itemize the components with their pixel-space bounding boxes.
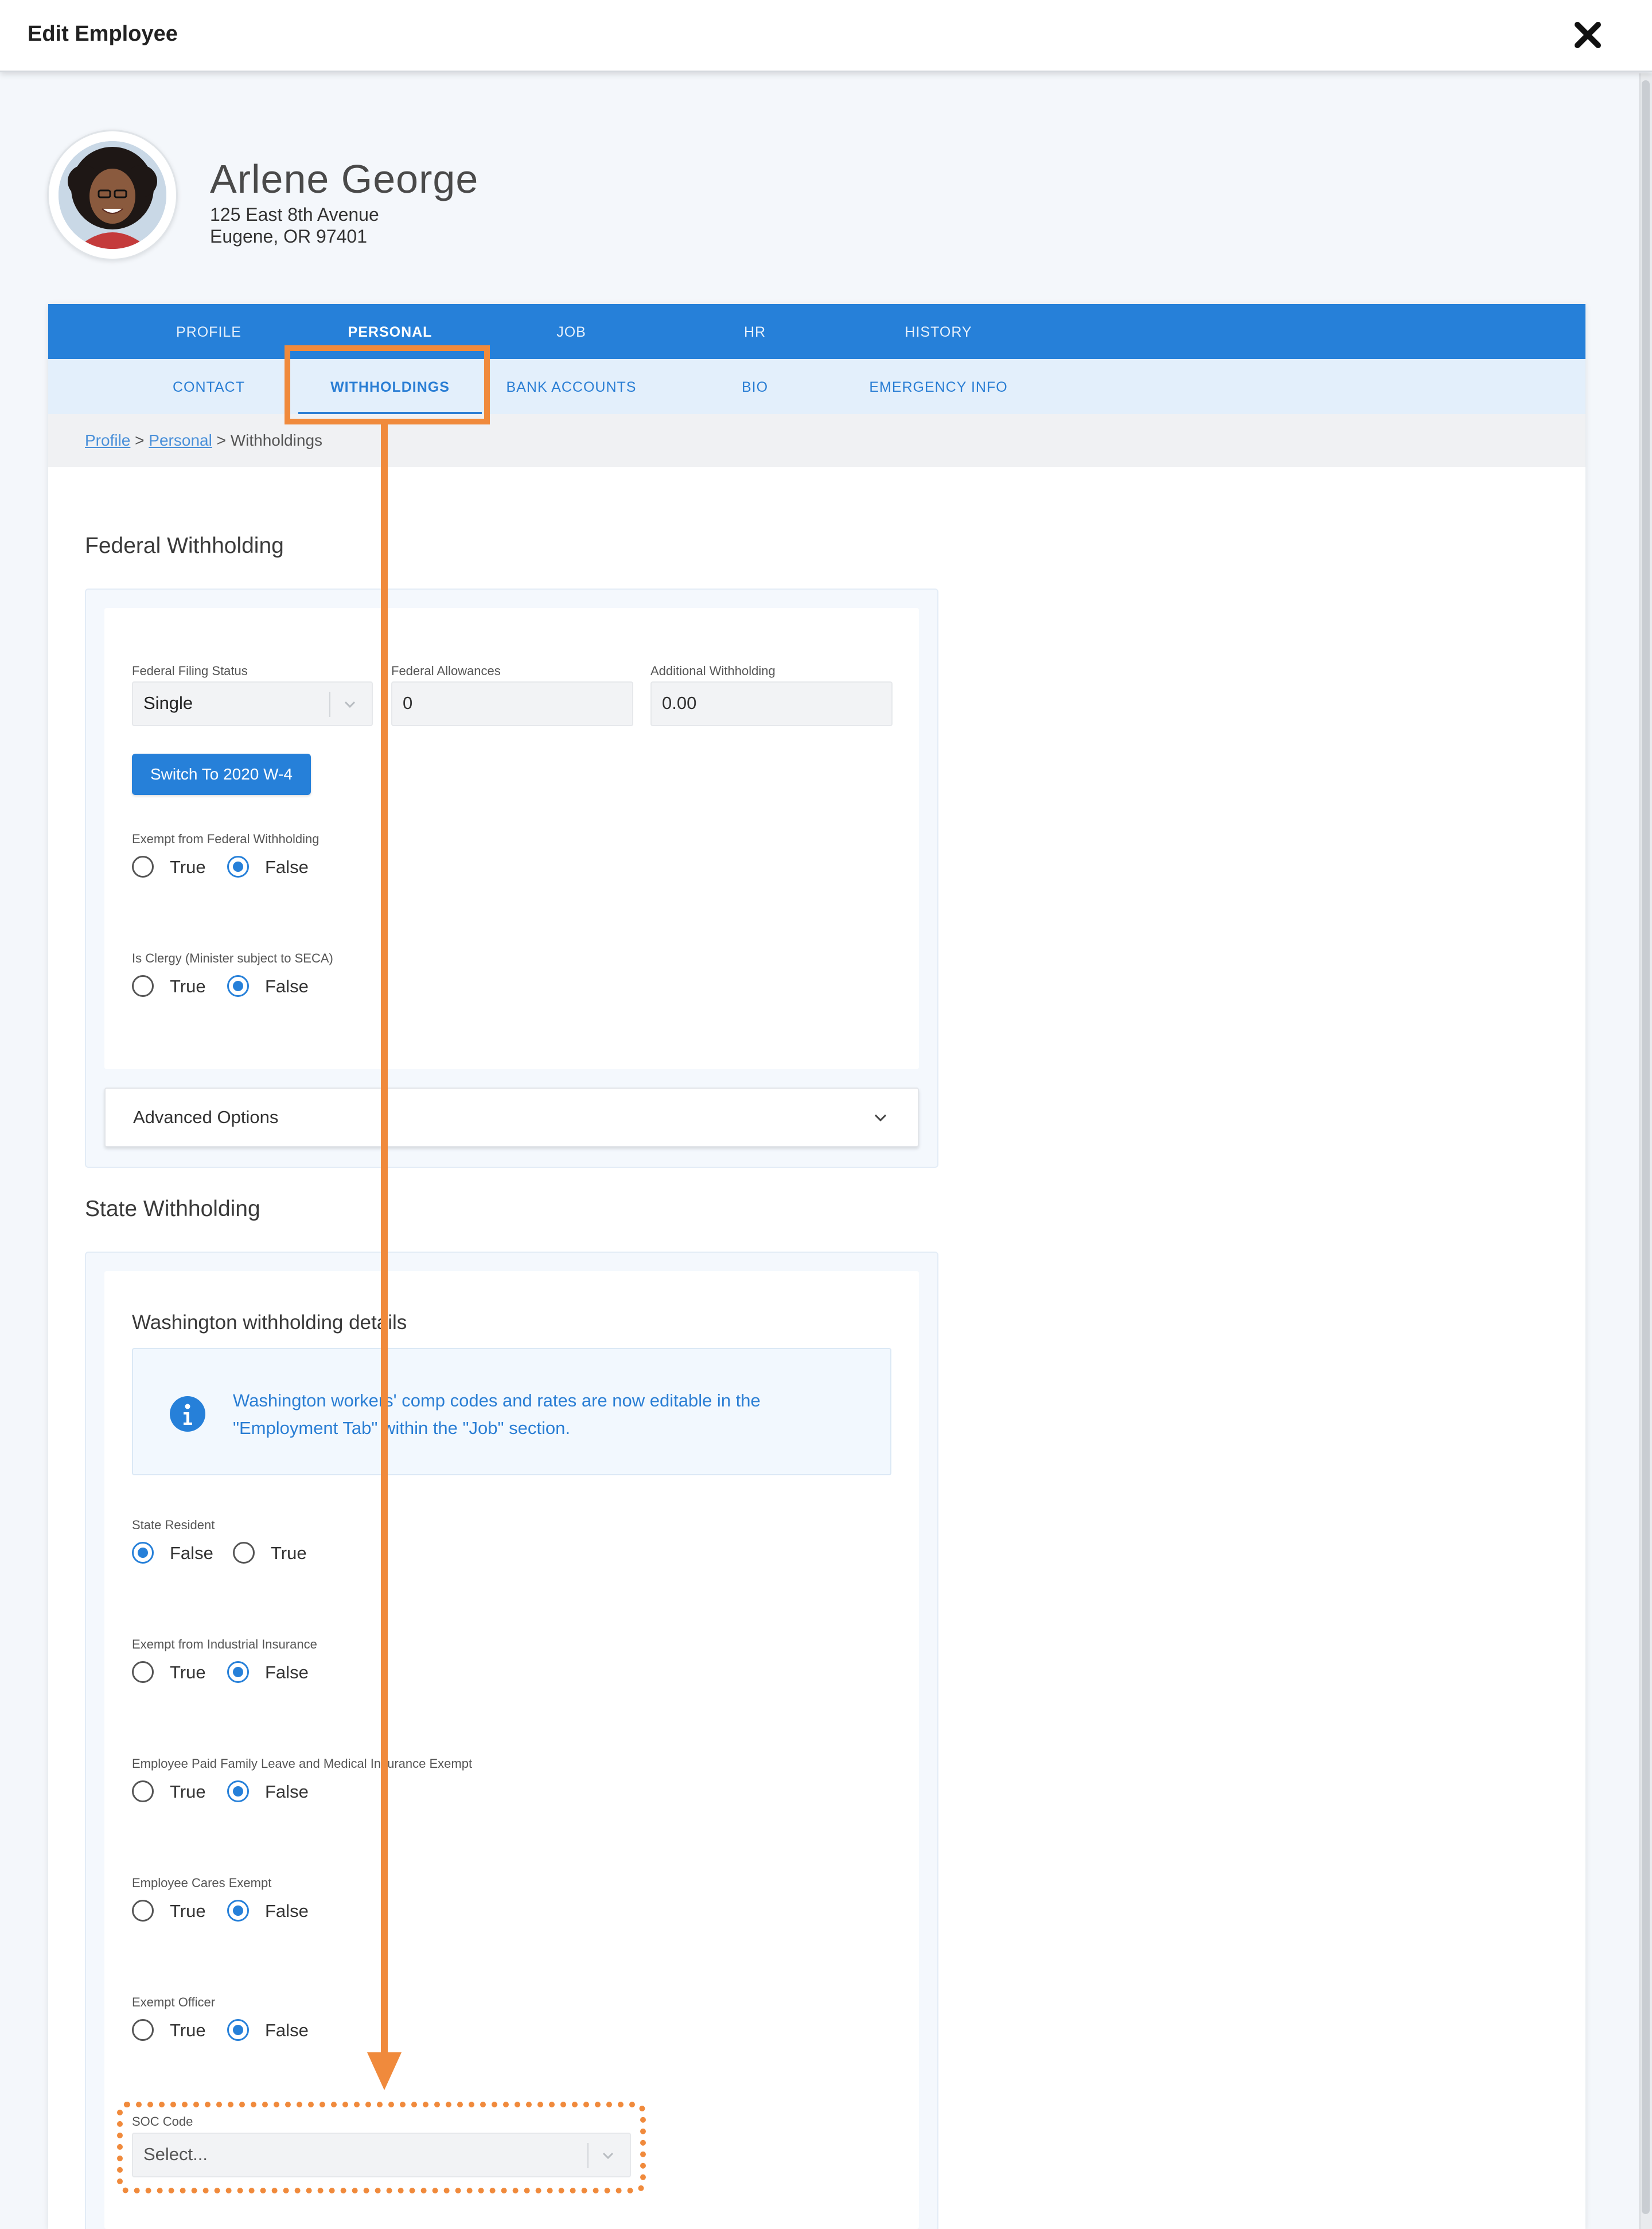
clergy-true-radio[interactable] [132,975,154,997]
cares-exempt-group: True False [132,1900,361,1925]
industrial-insurance-group: True False [132,1661,361,1686]
additional-withholding-value: 0.00 [662,693,697,713]
radio-label: False [265,857,309,877]
officer-false-radio[interactable] [227,2019,249,2041]
pfml-label: Employee Paid Family Leave and Medical I… [132,1756,473,1771]
exempt-officer-label: Exempt Officer [132,1995,216,2009]
industrial-insurance-label: Exempt from Industrial Insurance [132,1637,317,1651]
info-notice: Washington workers' comp codes and rates… [132,1348,891,1475]
cares-true-radio[interactable] [132,1900,154,1922]
info-text-line2: "Employment Tab" within the "Job" sectio… [233,1418,570,1438]
breadcrumb-current: Withholdings [230,431,323,449]
tab-history[interactable]: HISTORY [847,324,1030,341]
annotation-dotted-highlight [117,2102,646,2193]
tab-hr[interactable]: HR [663,324,847,341]
additional-withholding-input[interactable]: 0.00 [650,681,893,726]
exempt-federal-group: True False [132,856,361,881]
pfml-true-radio[interactable] [132,1780,154,1802]
cares-exempt-label: Employee Cares Exempt [132,1876,272,1890]
radio-label: False [265,976,309,996]
radio-label: True [170,2020,206,2040]
state-resident-true-radio[interactable] [233,1542,255,1564]
radio-label: True [170,1782,206,1802]
radio-label: False [265,1782,309,1802]
breadcrumb-separator: > [130,431,149,449]
additional-withholding-label: Additional Withholding [650,664,776,678]
state-resident-false-radio[interactable] [132,1542,154,1564]
clergy-label: Is Clergy (Minister subject to SECA) [132,951,333,965]
radio-label: False [170,1543,213,1563]
exempt-federal-label: Exempt from Federal Withholding [132,832,320,846]
allowances-input[interactable]: 0 [391,681,633,726]
info-icon [170,1396,205,1432]
employee-address-line1: 125 East 8th Avenue [210,204,379,225]
state-resident-label: State Resident [132,1518,215,1532]
radio-label: True [170,857,206,877]
advanced-options-label: Advanced Options [133,1107,279,1127]
pfml-false-radio[interactable] [227,1780,249,1802]
secondary-nav: CONTACT WITHHOLDINGS BANK ACCOUNTS BIO E… [48,359,1585,414]
window-header: Edit Employee [0,0,1652,72]
state-subtitle: Washington withholding details [132,1311,407,1334]
scrollbar-thumb[interactable] [1642,80,1650,2214]
state-resident-group: False True [132,1542,361,1567]
avatar [59,141,166,249]
advanced-options-toggle[interactable]: Advanced Options [104,1088,919,1147]
subtab-contact[interactable]: CONTACT [117,379,301,396]
filing-status-value: Single [143,693,193,713]
exempt-federal-false-radio[interactable] [227,856,249,878]
close-icon[interactable] [1572,19,1604,51]
annotation-highlight-box [285,345,490,424]
radio-label: True [170,976,206,996]
chevron-down-icon [344,701,356,708]
primary-nav: PROFILE PERSONAL JOB HR HISTORY [48,304,1585,359]
pfml-group: True False [132,1780,361,1806]
exempt-officer-group: True False [132,2019,361,2044]
allowances-label: Federal Allowances [391,664,501,678]
window-title: Edit Employee [28,22,178,46]
tab-job[interactable]: JOB [480,324,663,341]
radio-label: True [170,1662,206,1682]
tab-profile[interactable]: PROFILE [117,324,301,341]
annotation-arrow-line [381,424,388,2060]
allowances-value: 0 [403,693,413,713]
breadcrumb-separator: > [212,431,231,449]
clergy-group: True False [132,975,361,1000]
subtab-bank-accounts[interactable]: BANK ACCOUNTS [480,379,663,396]
industrial-false-radio[interactable] [227,1661,249,1683]
chevron-down-icon [874,1114,887,1122]
radio-label: False [265,2020,309,2040]
industrial-true-radio[interactable] [132,1661,154,1683]
filing-status-label: Federal Filing Status [132,664,248,678]
info-text: Washington workers' comp codes and rates… [233,1387,864,1442]
switch-w4-button[interactable]: Switch To 2020 W-4 [132,754,311,795]
breadcrumb: Profile > Personal > Withholdings [85,431,322,450]
employee-address-line2: Eugene, OR 97401 [210,226,367,247]
subtab-bio[interactable]: BIO [663,379,847,396]
exempt-federal-true-radio[interactable] [132,856,154,878]
info-text-line1: Washington workers' comp codes and rates… [233,1390,761,1410]
state-section-title: State Withholding [85,1197,260,1221]
officer-true-radio[interactable] [132,2019,154,2041]
radio-label: False [265,1901,309,1921]
filing-status-select[interactable]: Single [132,681,373,726]
radio-label: False [265,1662,309,1682]
arrow-down-icon [367,2052,402,2090]
radio-label: True [271,1543,307,1563]
federal-section-title: Federal Withholding [85,533,284,558]
tab-personal[interactable]: PERSONAL [298,324,482,341]
breadcrumb-profile-link[interactable]: Profile [85,431,130,449]
breadcrumb-bar: Profile > Personal > Withholdings [48,414,1585,467]
radio-label: True [170,1901,206,1921]
select-separator [329,692,330,717]
breadcrumb-personal-link[interactable]: Personal [149,431,212,449]
clergy-false-radio[interactable] [227,975,249,997]
employee-name: Arlene George [210,157,479,201]
subtab-emergency-info[interactable]: EMERGENCY INFO [847,379,1030,396]
cares-false-radio[interactable] [227,1900,249,1922]
